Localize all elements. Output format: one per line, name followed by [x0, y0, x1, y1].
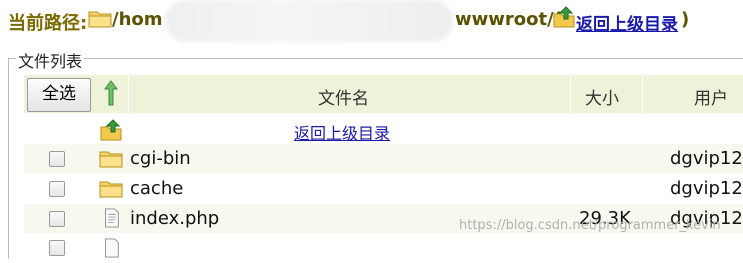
row-checkbox[interactable]: [49, 240, 65, 256]
column-size-label: 大小: [585, 89, 619, 109]
sort-arrow-icon[interactable]: [104, 80, 118, 106]
folder-icon: [99, 181, 123, 198]
file-user: dgvip12: [670, 178, 743, 199]
col-separator: [642, 75, 643, 113]
row-checkbox[interactable]: [49, 151, 65, 167]
select-all-button[interactable]: 全选: [27, 78, 91, 112]
col-separator: [570, 75, 571, 113]
col-separator: [128, 75, 129, 113]
table-row: [24, 234, 743, 263]
file-icon: [105, 238, 119, 258]
file-user: dgvip12: [670, 148, 743, 169]
col-user-header[interactable]: [643, 75, 743, 113]
watermark: https://blog.csdn.net/programmer_kevin: [459, 218, 721, 233]
file-icon: [105, 208, 119, 228]
file-list-legend: 文件列表: [16, 48, 85, 72]
file-name-link[interactable]: cache: [130, 178, 183, 199]
row-checkbox[interactable]: [49, 181, 65, 197]
up-folder-icon[interactable]: [100, 119, 122, 141]
row-checkbox[interactable]: [49, 211, 65, 227]
path-suffix: wwwroot/(: [455, 9, 562, 30]
path-label: 当前路径:: [8, 13, 88, 34]
column-name-label: 文件名: [318, 89, 369, 109]
folder-icon: [88, 11, 112, 28]
up-folder-icon[interactable]: [553, 6, 575, 28]
up-directory-link[interactable]: 返回上级目录: [294, 120, 390, 144]
column-user-label: 用户: [694, 89, 728, 109]
folder-icon: [99, 151, 123, 168]
path-close-paren: ): [681, 9, 690, 30]
file-name-link[interactable]: index.php: [130, 208, 219, 229]
blurred-path-segment: [165, 0, 453, 42]
path-prefix: /hom: [112, 9, 163, 30]
path-up-link[interactable]: 返回上级目录: [576, 10, 678, 35]
file-name-link[interactable]: cgi-bin: [130, 148, 191, 169]
